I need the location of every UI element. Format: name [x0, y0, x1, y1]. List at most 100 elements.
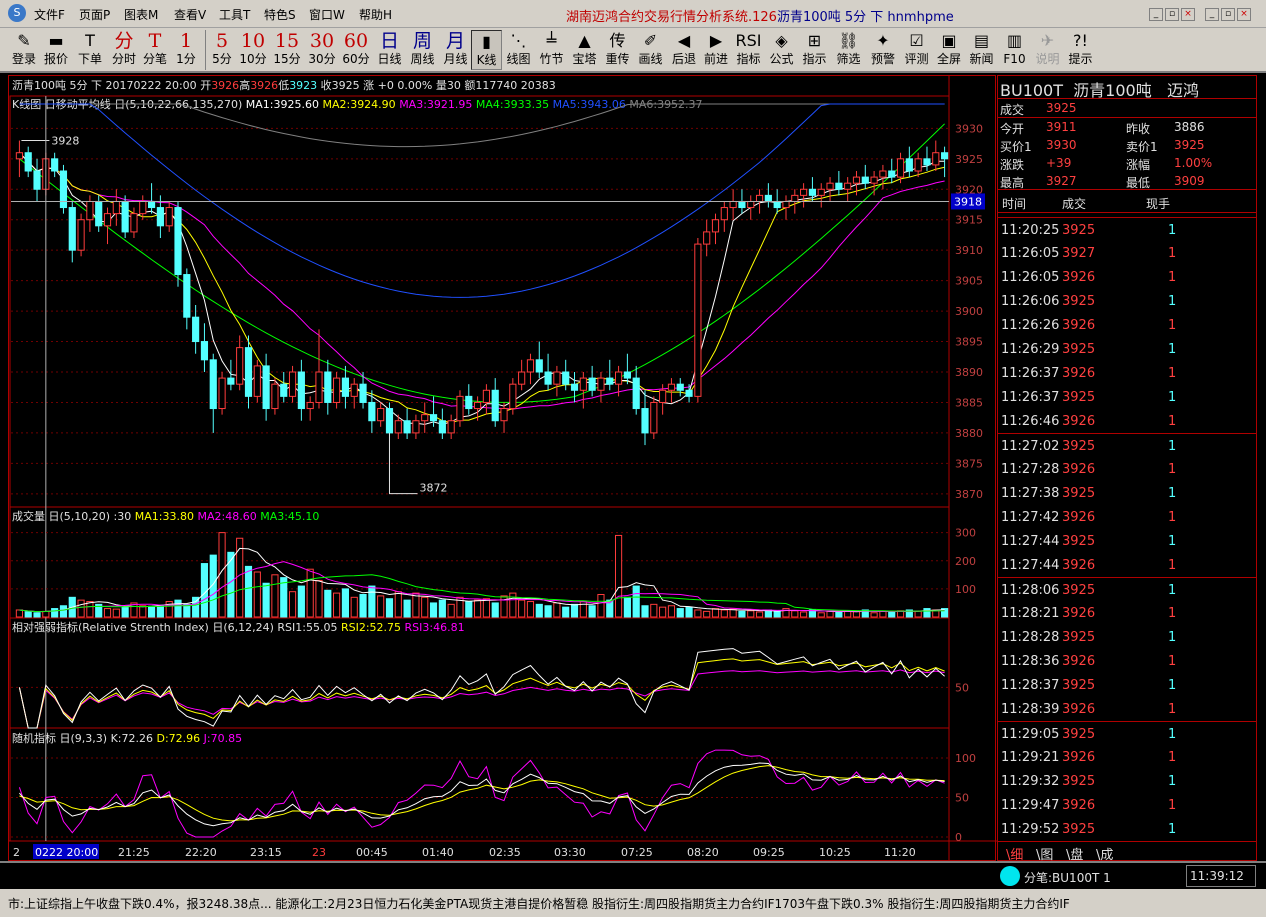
toolbar-fifteen-button[interactable]: 15 15分: [270, 30, 304, 70]
toolbar-five-button[interactable]: 5 5分: [207, 30, 237, 70]
candle[interactable]: [773, 200, 781, 209]
candle[interactable]: [632, 377, 640, 410]
candle[interactable]: [941, 152, 949, 160]
candle[interactable]: [200, 341, 209, 361]
candle[interactable]: [764, 194, 772, 202]
candle[interactable]: [130, 213, 138, 233]
candle[interactable]: [147, 200, 156, 209]
toolbar-lineChart-button[interactable]: ⋱ 线图: [502, 30, 535, 70]
candle[interactable]: [15, 152, 23, 160]
candle[interactable]: [597, 377, 605, 391]
candle[interactable]: [333, 377, 341, 403]
inner-close-icon[interactable]: ×: [1181, 8, 1195, 21]
candle[interactable]: [623, 371, 631, 379]
candle[interactable]: [368, 401, 376, 422]
toolbar-formula-button[interactable]: ◈ 公式: [765, 30, 798, 70]
candle[interactable]: [711, 219, 720, 233]
candle[interactable]: [465, 395, 473, 410]
candle[interactable]: [412, 420, 420, 434]
candle[interactable]: [614, 371, 623, 385]
toolbar-fullscreen-button[interactable]: ▣ 全屏: [933, 30, 965, 70]
candle[interactable]: [236, 347, 244, 385]
toolbar-f10-button[interactable]: ▥ F10: [998, 30, 1031, 70]
candle[interactable]: [377, 408, 385, 422]
candle[interactable]: [923, 158, 931, 166]
candle[interactable]: [103, 213, 112, 227]
toolbar-back-button[interactable]: ◀ 后退: [668, 30, 700, 70]
candle[interactable]: [694, 243, 702, 397]
candle[interactable]: [844, 182, 852, 190]
candle[interactable]: [51, 158, 59, 172]
candle[interactable]: [438, 420, 446, 434]
candle[interactable]: [456, 395, 464, 422]
candle[interactable]: [896, 158, 905, 178]
candle[interactable]: [562, 371, 570, 385]
toolbar-filter-button[interactable]: ⛓ 筛选: [831, 30, 866, 70]
menu-7[interactable]: 帮助H: [359, 6, 392, 23]
candle[interactable]: [817, 188, 825, 196]
candle[interactable]: [121, 200, 129, 233]
toolbar-evaluate-button[interactable]: ☑ 评测: [900, 30, 933, 70]
menu-4[interactable]: 工具T: [219, 6, 250, 23]
menu-1[interactable]: 页面P: [79, 6, 110, 23]
candle[interactable]: [253, 365, 261, 397]
candle[interactable]: [526, 359, 535, 373]
toolbar-ten-button[interactable]: 10 10分: [237, 30, 269, 70]
candle[interactable]: [262, 365, 270, 410]
candle[interactable]: [429, 414, 438, 422]
candle[interactable]: [685, 389, 693, 397]
toolbar-pencil-button[interactable]: ✎ 登录: [8, 30, 40, 70]
candle[interactable]: [553, 371, 561, 385]
candle[interactable]: [879, 170, 887, 178]
candle[interactable]: [659, 389, 667, 403]
candle[interactable]: [315, 371, 323, 403]
minimize-icon[interactable]: _: [1205, 8, 1219, 21]
candle[interactable]: [24, 152, 32, 172]
toolbar-oneminute-button[interactable]: 1 1分: [170, 30, 202, 70]
toolbar-sixty-button[interactable]: 60 60分: [339, 30, 373, 70]
candle[interactable]: [421, 414, 429, 422]
candle[interactable]: [852, 176, 861, 184]
toolbar-rsi-button[interactable]: RSI 指标: [732, 30, 765, 70]
candle[interactable]: [491, 389, 499, 422]
toolbar-forward-button[interactable]: ▶ 前进: [700, 30, 732, 70]
candle[interactable]: [808, 188, 817, 196]
candle[interactable]: [579, 377, 587, 391]
toolbar-fenbi-button[interactable]: T 分笔: [140, 30, 170, 70]
news-text[interactable]: 市:上证综指上午收盘下跌0.4%，报3248.38点... 能源化工:2月23日…: [8, 895, 1070, 912]
candle[interactable]: [650, 401, 658, 434]
candle[interactable]: [165, 207, 173, 227]
candle[interactable]: [755, 194, 764, 202]
chart-panel[interactable]: 沥青100吨 5分 下 20170222 20:00 开3926高3926低39…: [8, 75, 997, 862]
toolbar-kline-button[interactable]: ▮ K线: [471, 30, 502, 70]
candle[interactable]: [747, 200, 755, 209]
candle[interactable]: [77, 219, 85, 251]
menu-0[interactable]: 文件F: [34, 6, 65, 23]
candle[interactable]: [218, 377, 226, 410]
toolbar-news-button[interactable]: ▤ 新闻: [965, 30, 998, 70]
candle[interactable]: [192, 316, 200, 343]
candle[interactable]: [324, 371, 332, 403]
candle[interactable]: [588, 377, 596, 391]
news-ticker[interactable]: 市:上证综指上午收盘下跌0.4%，报3248.38点... 能源化工:2月23日…: [0, 889, 1266, 917]
candle[interactable]: [720, 207, 728, 221]
toolbar-draw-button[interactable]: ✐ 画线: [634, 30, 667, 70]
candle[interactable]: [95, 200, 103, 227]
toolbar-tip-button[interactable]: ?! 提示: [1064, 30, 1097, 70]
candle[interactable]: [244, 347, 253, 397]
candle[interactable]: [835, 182, 843, 190]
candle[interactable]: [341, 377, 350, 397]
close-icon[interactable]: ×: [1237, 8, 1251, 21]
candle[interactable]: [703, 231, 711, 245]
candle[interactable]: [306, 401, 314, 410]
candle[interactable]: [385, 408, 394, 434]
toolbar-chong-button[interactable]: 传重传: [601, 30, 634, 70]
menu-5[interactable]: 特色S: [264, 6, 296, 23]
toolbar-report-button[interactable]: ▬ 报价: [40, 30, 72, 70]
candle[interactable]: [500, 408, 508, 422]
menu-6[interactable]: 窗口W: [309, 6, 345, 23]
candle[interactable]: [280, 383, 288, 397]
toolbar-week-button[interactable]: 周周线: [406, 30, 439, 70]
candle[interactable]: [394, 420, 402, 434]
candle[interactable]: [509, 383, 517, 410]
